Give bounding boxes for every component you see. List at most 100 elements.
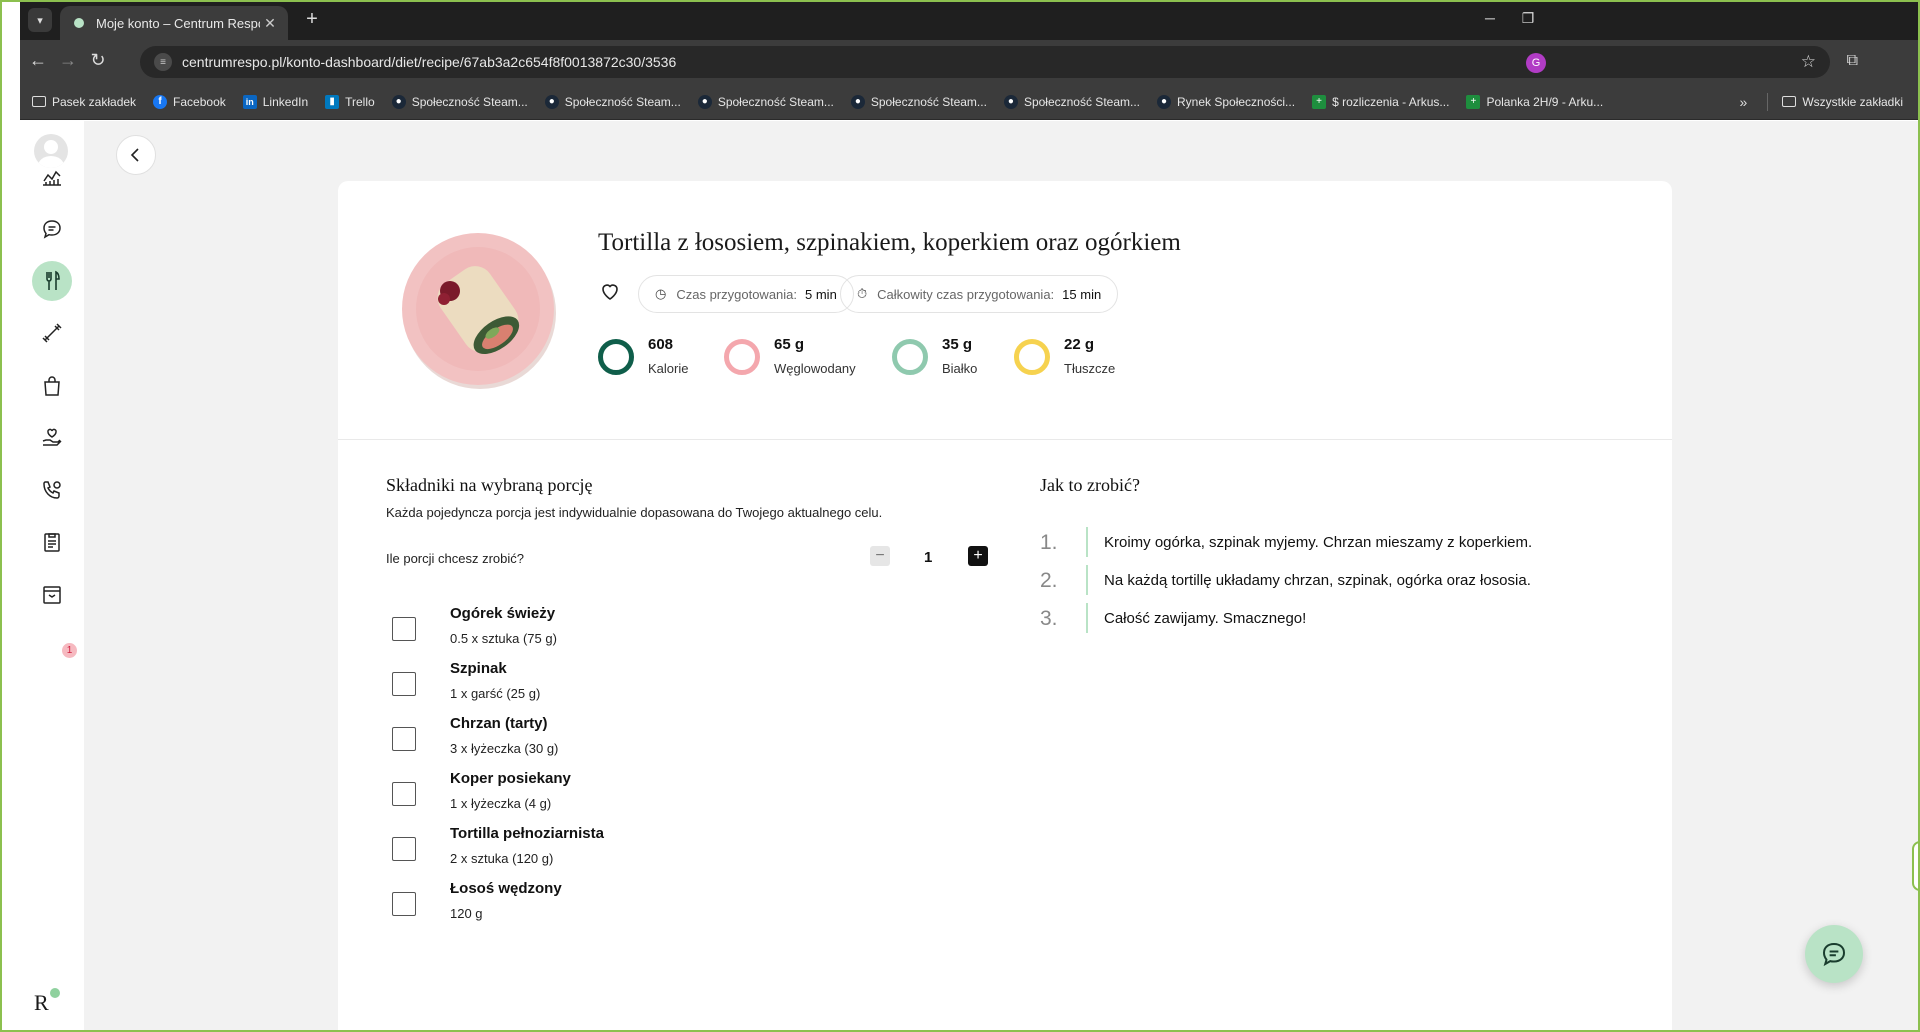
- increase-portions-button[interactable]: +: [968, 546, 988, 566]
- step-text: Całość zawijamy. Smacznego!: [1104, 610, 1307, 627]
- ingredient-qty: 0.5 x sztuka (75 g): [450, 631, 557, 646]
- all-bookmarks-item[interactable]: Wszystkie zakładki: [1782, 95, 1903, 109]
- ingredient-name: Koper posiekany: [450, 770, 571, 787]
- step-number: 2.: [1040, 569, 1058, 592]
- dumbbell-icon[interactable]: [32, 313, 72, 353]
- clock-icon: ◷: [655, 286, 667, 301]
- ingredient-item: Tortilla pełnoziarnista 2 x sztuka (120 …: [386, 825, 926, 881]
- ingredient-qty: 1 x garść (25 g): [450, 686, 541, 701]
- archive-box-icon[interactable]: [32, 575, 72, 615]
- sheets-icon: +: [1466, 94, 1481, 109]
- fork-knife-icon[interactable]: [32, 261, 72, 301]
- ingredient-checkbox[interactable]: [392, 617, 416, 641]
- step-item: 2. Na każdą tortillę układamy chrzan, sz…: [1040, 565, 1640, 601]
- bookmark-item[interactable]: ● Społeczność Steam...: [697, 94, 834, 109]
- ingredients-heading: Składniki na wybraną porcję: [386, 475, 593, 495]
- steps-heading: Jak to zrobić?: [1040, 475, 1140, 495]
- recipe-card: Tortilla z łososiem, szpinakiem, koperki…: [338, 181, 1672, 1032]
- shopping-bag-icon[interactable]: [32, 366, 72, 406]
- ingredient-checkbox[interactable]: [392, 782, 416, 806]
- phone-heart-icon[interactable]: [32, 470, 72, 510]
- prep-time-pill: ◷ Czas przygotowania: 5 min: [638, 275, 854, 313]
- chevron-left-icon: [130, 148, 139, 162]
- chart-icon[interactable]: [32, 157, 72, 197]
- tab-search-button[interactable]: ▾: [28, 8, 52, 32]
- stopwatch-icon: ⏱: [857, 286, 868, 301]
- forward-arrow-icon[interactable]: →: [56, 50, 80, 71]
- bookmark-star-icon[interactable]: ☆: [1801, 52, 1816, 72]
- tab-close-icon[interactable]: ✕: [260, 15, 280, 32]
- decrease-portions-button[interactable]: −: [870, 546, 890, 566]
- ingredient-checkbox[interactable]: [392, 727, 416, 751]
- macro-label: Węglowodany: [774, 361, 856, 376]
- chat-icon[interactable]: [32, 209, 72, 249]
- macro-value: 608: [648, 336, 674, 353]
- portions-question: Ile porcji chcesz zrobić?: [386, 551, 524, 566]
- side-feedback-tab[interactable]: [1912, 841, 1920, 891]
- macro-label: Białko: [942, 361, 978, 376]
- url-field[interactable]: ≡ centrumrespo.pl/konto-dashboard/diet/r…: [140, 46, 1830, 78]
- step-bar: [1086, 527, 1088, 557]
- bookmark-item[interactable]: in LinkedIn: [242, 94, 308, 109]
- tab-active[interactable]: Moje konto – Centrum Respo ✕: [60, 6, 288, 40]
- ingredient-checkbox[interactable]: [392, 672, 416, 696]
- bookmark-item[interactable]: + Polanka 2H/9 - Arku...: [1466, 94, 1603, 109]
- ingredient-checkbox[interactable]: [392, 837, 416, 861]
- avatar-head: [44, 140, 58, 154]
- recipe-title: Tortilla z łososiem, szpinakiem, koperki…: [598, 229, 1181, 256]
- window-edge: [0, 0, 20, 1032]
- profile-avatar[interactable]: G: [1526, 53, 1546, 73]
- ingredient-name: Szpinak: [450, 660, 507, 677]
- ingredient-checkbox[interactable]: [392, 892, 416, 916]
- bookmark-item[interactable]: ● Społeczność Steam...: [850, 94, 987, 109]
- reload-icon[interactable]: ↻: [86, 50, 110, 71]
- clipboard-icon[interactable]: [32, 522, 72, 562]
- bookmark-item[interactable]: ● Społeczność Steam...: [391, 94, 528, 109]
- ingredient-qty: 2 x sztuka (120 g): [450, 851, 554, 866]
- new-tab-button[interactable]: +: [300, 8, 324, 31]
- step-item: 3. Całość zawijamy. Smacznego!: [1040, 603, 1640, 639]
- bookmark-item[interactable]: + $ rozliczenia - Arkus...: [1312, 94, 1449, 109]
- chat-support-button[interactable]: [1805, 925, 1863, 983]
- macro-value: 65 g: [774, 336, 805, 353]
- portions-value: 1: [924, 549, 933, 566]
- sidebar: 1 R: [20, 121, 84, 1032]
- step-number: 1.: [1040, 531, 1058, 554]
- total-time-label: Całkowity czas przygotowania:: [877, 286, 1055, 302]
- site-settings-icon[interactable]: ≡: [154, 53, 172, 71]
- restore-icon[interactable]: ❐: [1518, 10, 1538, 27]
- bookmark-item[interactable]: ● Społeczność Steam...: [544, 94, 681, 109]
- section-divider: [338, 439, 1672, 440]
- back-button[interactable]: [116, 135, 156, 175]
- extensions-icon[interactable]: ⧉: [1847, 52, 1858, 70]
- favorite-heart-icon[interactable]: [598, 279, 622, 303]
- bookmark-item[interactable]: ● Społeczność Steam...: [1003, 94, 1140, 109]
- macro-value: 22 g: [1064, 336, 1095, 353]
- steam-icon: ●: [850, 94, 865, 109]
- back-arrow-icon[interactable]: ←: [26, 50, 50, 71]
- ingredients-subtitle: Każda pojedyncza porcja jest indywidualn…: [386, 505, 883, 520]
- total-time-value: 15 min: [1062, 286, 1102, 302]
- macro-fat: 22 g Tłuszcze: [1014, 335, 1115, 376]
- minimize-icon[interactable]: ─: [1480, 10, 1500, 26]
- ingredient-qty: 3 x łyżeczka (30 g): [450, 741, 559, 756]
- macro-ring: [598, 339, 634, 375]
- app-area: 1 R Tortilla z łososiem, szpinakiem, kop…: [20, 121, 1920, 1032]
- ingredient-name: Łosoś wędzony: [450, 880, 562, 897]
- bookmark-item[interactable]: ● Rynek Społeczności...: [1157, 94, 1295, 109]
- folder-icon: [32, 96, 46, 107]
- bookmarks-bar: Pasek zakładek f Facebook in LinkedIn ▮ Tre…: [20, 84, 1920, 120]
- hand-heart-icon[interactable]: [32, 418, 72, 458]
- macro-label: Kalorie: [648, 361, 689, 376]
- more-bookmarks-icon[interactable]: »: [1740, 94, 1748, 110]
- linkedin-icon: in: [242, 94, 257, 109]
- bookmark-item[interactable]: f Facebook: [153, 94, 226, 109]
- step-text: Na każdą tortillę układamy chrzan, szpin…: [1104, 572, 1531, 589]
- step-bar: [1086, 565, 1088, 595]
- ingredient-item: Łosoś wędzony 120 g: [386, 880, 926, 936]
- address-bar-row: ← → ↻ ≡ centrumrespo.pl/konto-dashboard/…: [20, 40, 1920, 84]
- bookmark-item[interactable]: Pasek zakładek: [32, 95, 136, 109]
- bookmark-item[interactable]: ▮ Trello: [325, 94, 375, 109]
- steam-icon: ●: [1157, 94, 1171, 109]
- macro-carbs: 65 g Węglowodany: [724, 335, 856, 376]
